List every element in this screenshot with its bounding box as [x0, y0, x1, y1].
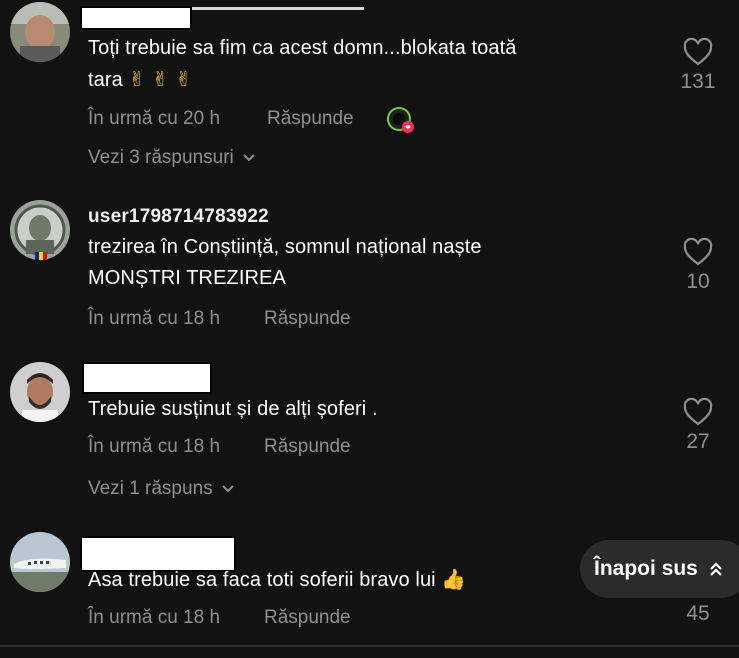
comment-timestamp: În urmă cu 18 h	[88, 308, 221, 329]
view-replies-button[interactable]: Vezi 1 răspuns	[88, 478, 235, 500]
chevron-down-icon	[243, 154, 255, 162]
comment-text: Toți trebuie sa fim ca acest domn...blok…	[88, 37, 517, 91]
view-replies-button[interactable]: Vezi 3 răspunsuri	[88, 147, 256, 169]
like-button[interactable]: 10	[668, 238, 728, 294]
heart-outline-icon	[683, 38, 713, 66]
chevrons-up-icon	[710, 562, 722, 576]
like-count: 131	[680, 70, 716, 93]
view-replies-label: Vezi 1 răspuns	[88, 478, 213, 499]
username-redacted[interactable]	[82, 362, 212, 394]
heart-outline-icon	[683, 238, 713, 266]
victory-hand-emoji: ✌ ✌ ✌	[128, 67, 193, 91]
divider	[0, 645, 739, 647]
like-count: 10	[686, 270, 710, 293]
like-count: 27	[686, 430, 710, 453]
like-count: 45	[686, 602, 710, 625]
avatar[interactable]	[10, 2, 70, 62]
thumbs-up-emoji: 👍	[441, 567, 467, 591]
avatar[interactable]	[10, 362, 70, 422]
reply-button[interactable]: Răspunde	[264, 607, 351, 629]
avatar[interactable]	[10, 200, 70, 260]
back-to-top-label: Înapoi sus	[594, 557, 698, 580]
reply-button[interactable]: Răspunde	[264, 436, 351, 458]
heart-outline-icon	[683, 398, 713, 426]
comment-text: trezirea în Conștiință, somnul național …	[88, 236, 482, 289]
comment-timestamp: În urmă cu 20 h	[88, 108, 221, 129]
view-replies-label: Vezi 3 răspunsuri	[88, 147, 234, 168]
chevron-down-icon	[221, 485, 234, 493]
reply-button[interactable]: Răspunde	[264, 308, 351, 330]
creator-liked-icon	[386, 106, 416, 141]
like-button[interactable]: 131	[668, 38, 728, 94]
comment-timestamp: În urmă cu 18 h	[88, 607, 221, 628]
comment-text: Trebuie susținut și de alți șoferi .	[88, 398, 378, 420]
back-to-top-button[interactable]: Înapoi sus	[580, 540, 739, 598]
avatar[interactable]	[10, 532, 70, 592]
like-button[interactable]: 27	[668, 398, 728, 454]
comment-username[interactable]: user1798714783922	[88, 206, 269, 228]
comment-timestamp: În urmă cu 18 h	[88, 436, 221, 457]
reply-button[interactable]: Răspunde	[267, 108, 354, 130]
romania-flag-icon	[35, 252, 47, 260]
comment-text: Asa trebuie sa faca toti soferii bravo l…	[88, 567, 467, 591]
username-redacted[interactable]	[80, 6, 192, 30]
